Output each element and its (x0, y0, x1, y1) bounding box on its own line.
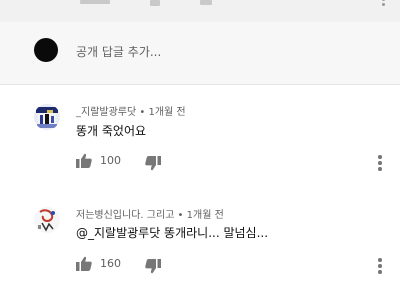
comment-text: @_지랄발광루닷 똥개라니... 말넘심... (76, 226, 269, 240)
add-reply-row[interactable]: 공개 답글 추가... (0, 22, 400, 84)
avatar-image (34, 104, 60, 130)
like-button[interactable]: 160 (76, 256, 121, 271)
like-count: 160 (100, 257, 121, 270)
comment-meta: 저는병신입니다. 그리고 • 1개월 전 (76, 206, 224, 221)
comment-author[interactable]: 저는병신입니다. 그리고 (76, 210, 174, 221)
comment-time: 1개월 전 (186, 210, 224, 221)
comment-item: _지랄발광루닷 • 1개월 전 똥개 죽었어요 100 (0, 90, 400, 190)
thumbs-down-icon (145, 156, 161, 171)
comment-item: 저는병신입니다. 그리고 • 1개월 전 @_지랄발광루닷 똥개라니... 말넘… (0, 195, 400, 300)
comment-text: 똥개 죽었어요 (76, 124, 147, 138)
more-options-button[interactable] (378, 155, 383, 172)
faded-like-count (80, 0, 110, 4)
like-button[interactable]: 100 (76, 153, 121, 168)
user-avatar (34, 38, 58, 62)
previous-comment-action-strip (0, 0, 400, 22)
meta-separator: • (139, 107, 146, 118)
dislike-button[interactable] (145, 156, 161, 171)
avatar-image (34, 207, 60, 233)
commenter-avatar[interactable] (34, 104, 60, 130)
thumbs-up-icon (76, 256, 92, 271)
comment-author[interactable]: _지랄발광루닷 (76, 107, 136, 118)
dislike-button[interactable] (145, 259, 161, 274)
add-reply-input[interactable]: 공개 답글 추가... (76, 43, 161, 60)
faded-reply-icon (200, 0, 212, 5)
like-count: 100 (100, 154, 121, 167)
commenter-avatar[interactable] (34, 207, 60, 233)
thumbs-down-icon (145, 259, 161, 274)
divider (0, 84, 400, 85)
more-vert-icon[interactable] (382, 0, 386, 6)
thumbs-up-icon (76, 153, 92, 168)
faded-dislike-icon (150, 0, 160, 6)
comment-meta: _지랄발광루닷 • 1개월 전 (76, 103, 186, 118)
more-options-button[interactable] (378, 258, 383, 275)
comment-time: 1개월 전 (148, 107, 186, 118)
meta-separator: • (177, 210, 184, 221)
